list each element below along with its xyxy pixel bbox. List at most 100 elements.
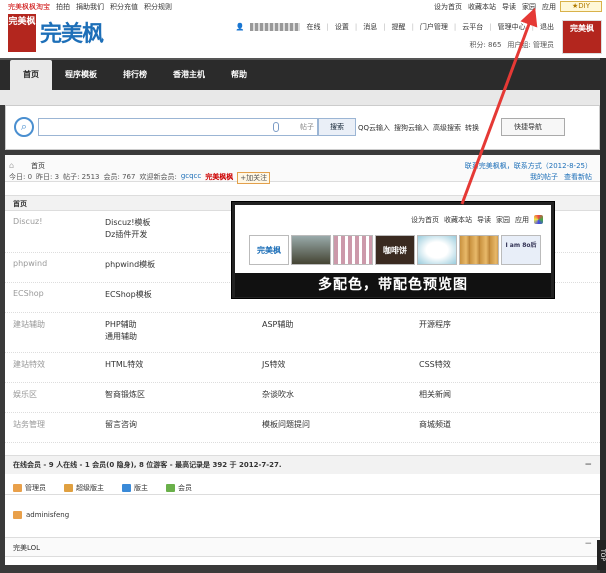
online-member-name[interactable]: adminisfeng: [26, 511, 69, 519]
top-link-credit-recharge[interactable]: 积分充值: [110, 2, 138, 12]
friend-links: 完美LOL −: [5, 537, 600, 557]
forum-link[interactable]: ECShop模板: [105, 289, 152, 301]
swatch-wood[interactable]: [459, 235, 499, 265]
forum-link[interactable]: HTML特效: [105, 359, 143, 371]
top-link-bookmark[interactable]: 收藏本站: [468, 2, 496, 12]
forum-cell: Discuz!模板 Dz插件开发: [105, 217, 150, 241]
preview-link-home: 家园: [496, 216, 510, 224]
back-to-top-button[interactable]: TOP: [597, 540, 606, 570]
user-link-cloud-platform[interactable]: 云平台: [462, 22, 483, 32]
hotlink-sogou-input[interactable]: 搜狗云输入: [394, 123, 429, 133]
search-button[interactable]: 搜索: [318, 118, 356, 136]
contact-link[interactable]: 联系完美枫枫，联系方式（2012-8-25）: [465, 161, 592, 171]
top-link-set-homepage[interactable]: 设为首页: [434, 2, 462, 12]
preview-link-guide: 导读: [477, 216, 491, 224]
username-masked[interactable]: [250, 23, 301, 31]
user-link-portal-admin[interactable]: 门户管理: [420, 22, 448, 32]
weibo-logo-label[interactable]: 完美枫枫: [205, 172, 233, 184]
nav-item-help[interactable]: 帮助: [218, 60, 260, 90]
forum-link[interactable]: 留言咨询: [105, 419, 137, 431]
collapse-icon[interactable]: −: [584, 539, 592, 549]
forum-link[interactable]: ASP辅助: [262, 319, 293, 331]
swatch-cloud[interactable]: [417, 235, 457, 265]
swatch-stripes[interactable]: [333, 235, 373, 265]
swatch-logo[interactable]: 完美枫: [249, 235, 289, 265]
forum-link[interactable]: CSS特效: [419, 359, 451, 371]
sub-nav-bar: [0, 90, 606, 105]
microphone-icon[interactable]: [273, 122, 279, 132]
search-scope-select[interactable]: 帖子: [300, 122, 314, 132]
user-links: 👤 在线 | 设置 | 消息 | 提醒 | 门户管理 | 云平台 | 管理中心 …: [235, 22, 554, 32]
top-link-credit-rules[interactable]: 积分规则: [144, 2, 172, 12]
collapse-icon[interactable]: −: [584, 456, 592, 474]
nav-item-home[interactable]: 首页: [10, 60, 52, 90]
friend-link-title[interactable]: 完美LOL: [13, 543, 40, 553]
user-link-online[interactable]: 在线: [306, 22, 320, 32]
top-link-guide[interactable]: 导读: [502, 2, 516, 12]
new-posts-link[interactable]: 查看新帖: [564, 172, 592, 182]
preview-link-bookmark: 收藏本站: [444, 216, 472, 224]
forum-cell: HTML特效: [105, 359, 143, 371]
stat-welcome: 欢迎新会员:: [139, 173, 177, 181]
user-link-admin-center[interactable]: 管理中心: [498, 22, 526, 32]
top-link-apps[interactable]: 应用: [542, 2, 556, 12]
site-logo[interactable]: 完美枫 完美枫: [8, 14, 123, 54]
my-posts-link[interactable]: 我的帖子: [530, 172, 558, 182]
search-area: ⌕ 帖子 搜索 QQ云输入 搜狗云输入 高级搜索 转换 快捷导航: [5, 105, 600, 150]
role-admin-icon: [13, 484, 22, 492]
top-bar-left-links: 完美枫枫淘宝 拍拍 捐助我们 积分充值 积分规则: [8, 2, 172, 12]
forum-link[interactable]: Discuz!模板: [105, 217, 150, 229]
forum-link[interactable]: JS特效: [262, 359, 285, 371]
forum-link[interactable]: 杂谈吹水: [262, 389, 294, 401]
forum-link[interactable]: 智商锻炼区: [105, 389, 145, 401]
forum-category-name[interactable]: 娱乐区: [13, 389, 37, 400]
new-member-link[interactable]: gcqcc: [181, 172, 201, 184]
hotlink-convert[interactable]: 转换: [465, 123, 479, 133]
forum-link[interactable]: 相关新闻: [419, 389, 451, 401]
quick-nav-button[interactable]: 快捷导航: [501, 118, 565, 136]
forum-link[interactable]: 通用辅助: [105, 331, 137, 343]
forum-category-name[interactable]: 建站辅助: [13, 319, 45, 330]
nav-item-templates[interactable]: 程序模板: [52, 60, 110, 90]
diy-button[interactable]: ★DIY: [560, 1, 602, 12]
swatch-80s[interactable]: I am 8o后: [501, 235, 541, 265]
swatch-coffee[interactable]: 咖啡饼: [375, 235, 415, 265]
follow-button[interactable]: +加关注: [237, 172, 271, 184]
online-summary[interactable]: 在线会员 - 9 人在线 - 1 会员(0 隐身), 8 位游客 - 最高记录是…: [13, 461, 282, 469]
forum-link[interactable]: phpwind模板: [105, 259, 155, 271]
forum-link[interactable]: 商城频道: [419, 419, 451, 431]
forum-category-name[interactable]: phpwind: [13, 259, 47, 268]
user-link-settings[interactable]: 设置: [335, 22, 349, 32]
points-value[interactable]: 积分: 865: [469, 40, 501, 50]
forum-category-name[interactable]: ECShop: [13, 289, 44, 298]
forum-link[interactable]: 开源程序: [419, 319, 451, 331]
preview-link-apps: 应用: [515, 216, 529, 224]
top-link-donate[interactable]: 捐助我们: [76, 2, 104, 12]
user-link-messages[interactable]: 消息: [363, 22, 377, 32]
forum-row: 建站辅助 PHP辅助 通用辅助 ASP辅助 开源程序: [5, 313, 600, 353]
forum-category-name[interactable]: 建站特效: [13, 359, 45, 370]
breadcrumb-title[interactable]: 首页: [31, 161, 45, 171]
user-group[interactable]: 用户组: 管理员: [507, 40, 554, 50]
swatch-photo[interactable]: [291, 235, 331, 265]
user-link-notifications[interactable]: 提醒: [392, 22, 406, 32]
role-admin: 管理员: [13, 483, 46, 493]
hotlink-advanced-search[interactable]: 高级搜索: [433, 123, 461, 133]
top-link-paipai[interactable]: 拍拍: [56, 2, 70, 12]
forum-category-name[interactable]: 站务管理: [13, 419, 45, 430]
forum-category-name[interactable]: Discuz!: [13, 217, 42, 226]
user-link-logout[interactable]: 退出: [540, 22, 554, 32]
forum-link[interactable]: 模板问题提问: [262, 419, 310, 431]
top-link-taobao[interactable]: 完美枫枫淘宝: [8, 2, 50, 12]
nav-item-rankings[interactable]: 排行榜: [110, 60, 160, 90]
nav-item-hk-hosting[interactable]: 香港主机: [160, 60, 218, 90]
forum-row: 站务管理 留言咨询 模板问题提问 商城频道: [5, 413, 600, 443]
search-input[interactable]: 帖子: [38, 118, 318, 136]
top-link-home[interactable]: 家园: [522, 2, 536, 12]
hotlink-qq-input[interactable]: QQ云输入: [358, 123, 390, 133]
home-icon[interactable]: ⌂: [9, 161, 14, 170]
forum-link[interactable]: PHP辅助: [105, 319, 137, 331]
online-member[interactable]: adminisfeng: [13, 511, 69, 519]
avatar[interactable]: 完美枫: [562, 20, 602, 54]
forum-link[interactable]: Dz插件开发: [105, 229, 150, 241]
